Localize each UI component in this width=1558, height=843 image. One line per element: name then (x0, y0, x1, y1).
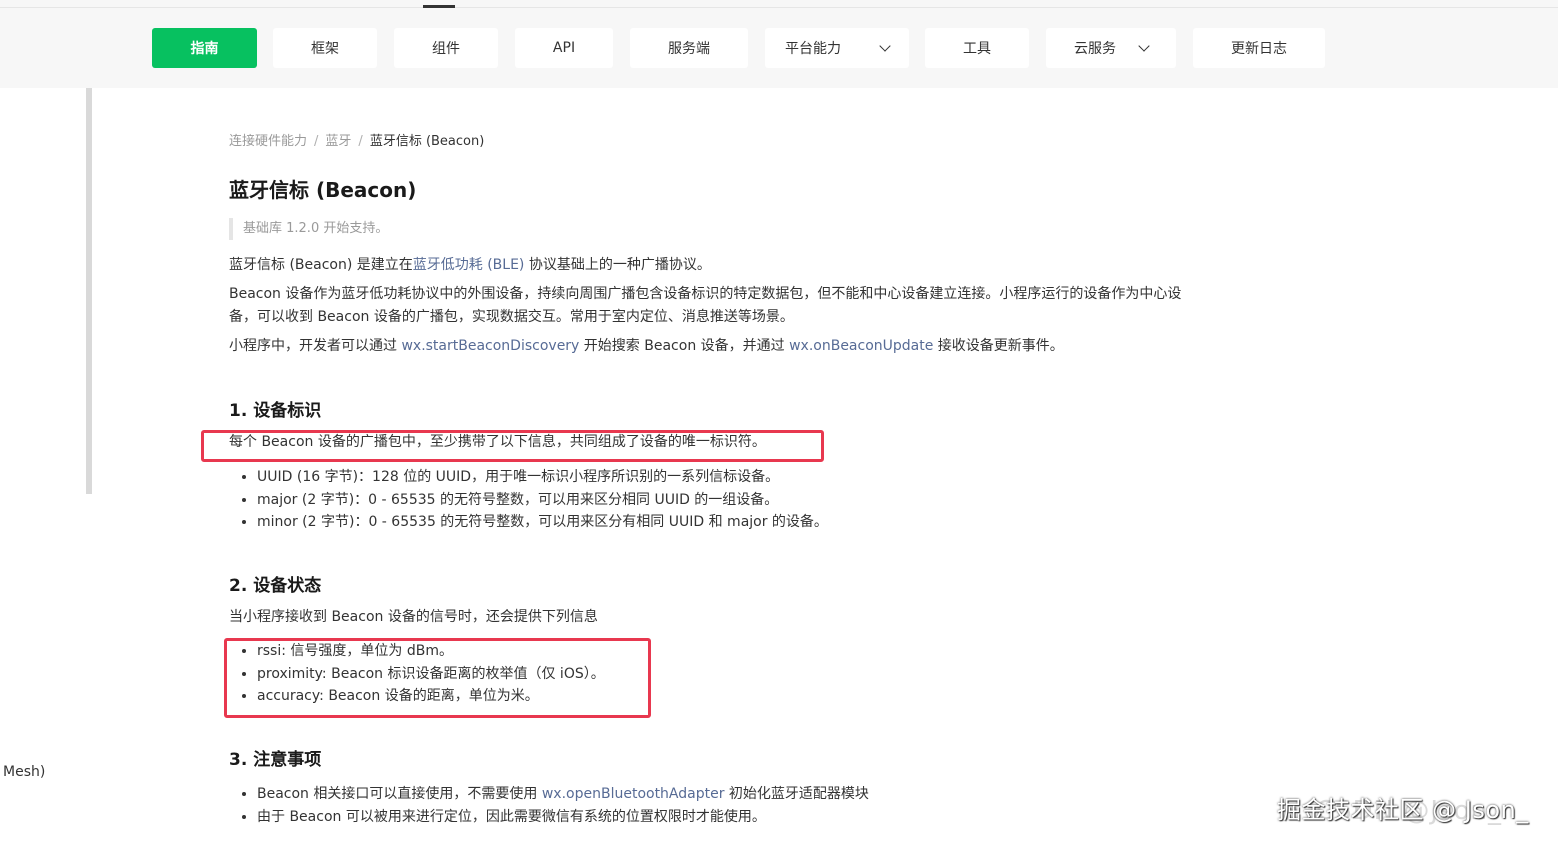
list-item: 由于 Beacon 可以被用来进行定位，因此需要微信有系统的位置权限时才能使用。 (257, 806, 869, 829)
section-heading-notes: 3. 注意事项 (229, 750, 322, 770)
section-heading-device-id: 1. 设备标识 (229, 401, 322, 421)
top-tab-indicator (423, 5, 455, 8)
on-beacon-update-link[interactable]: wx.onBeaconUpdate (789, 338, 933, 354)
highlight-box (224, 638, 651, 718)
nav-framework[interactable]: 框架 (273, 28, 377, 68)
ble-link[interactable]: 蓝牙低功耗 (BLE) (413, 257, 525, 273)
sidebar-item-fragment[interactable]: Mesh) (3, 764, 45, 780)
list-item: major (2 字节)：0 - 65535 的无符号整数，可以用来区分相同 U… (257, 489, 828, 512)
breadcrumb-separator: / (314, 134, 319, 149)
sidebar-scrollbar[interactable] (86, 88, 92, 494)
intro-paragraph-3: 小程序中，开发者可以通过 wx.startBeaconDiscovery 开始搜… (229, 338, 1064, 354)
section2-lead: 当小程序接收到 Beacon 设备的信号时，还会提供下列信息 (229, 609, 598, 625)
list-item: UUID (16 字节)：128 位的 UUID，用于唯一标识小程序所识别的一系… (257, 466, 828, 489)
list-item: Beacon 相关接口可以直接使用，不需要使用 wx.openBluetooth… (257, 783, 869, 806)
watermark: 掘金技术社区 @ Json_ (1277, 796, 1529, 824)
notes-list: Beacon 相关接口可以直接使用，不需要使用 wx.openBluetooth… (239, 783, 869, 828)
intro-paragraph-2: Beacon 设备作为蓝牙低功耗协议中的外围设备，持续向周围广播包含设备标识的特… (229, 286, 1182, 325)
breadcrumb-bluetooth[interactable]: 蓝牙 (325, 134, 351, 149)
open-bluetooth-adapter-link[interactable]: wx.openBluetoothAdapter (542, 786, 725, 802)
nav-components[interactable]: 组件 (394, 28, 498, 68)
highlight-box (201, 430, 824, 462)
version-note: 基础库 1.2.0 开始支持。 (229, 218, 388, 240)
breadcrumb-separator: / (358, 134, 363, 149)
intro-paragraph-1: 蓝牙信标 (Beacon) 是建立在蓝牙低功耗 (BLE) 协议基础上的一种广播… (229, 257, 711, 273)
breadcrumb: 连接硬件能力 / 蓝牙 / 蓝牙信标 (Beacon) (229, 130, 484, 149)
list-item: minor (2 字节)：0 - 65535 的无符号整数，可以用来区分有相同 … (257, 511, 828, 534)
breadcrumb-hardware[interactable]: 连接硬件能力 (229, 134, 307, 149)
nav-server[interactable]: 服务端 (630, 28, 748, 68)
section-heading-device-status: 2. 设备状态 (229, 576, 322, 596)
top-navigation-bar: 指南 框架 组件 API 服务端 平台能力 工具 云服务 更新日志 (0, 0, 1558, 88)
chevron-down-icon (879, 40, 891, 52)
nav-cloud-services[interactable]: 云服务 (1046, 28, 1176, 68)
nav-guide[interactable]: 指南 (152, 28, 257, 68)
start-beacon-discovery-link[interactable]: wx.startBeaconDiscovery (401, 338, 579, 354)
nav-tools[interactable]: 工具 (925, 28, 1029, 68)
breadcrumb-current: 蓝牙信标 (Beacon) (369, 134, 485, 149)
chevron-down-icon (1138, 40, 1150, 52)
nav-changelog[interactable]: 更新日志 (1193, 28, 1325, 68)
nav-platform-capabilities[interactable]: 平台能力 (765, 28, 909, 68)
top-divider (0, 7, 1558, 8)
device-id-list: UUID (16 字节)：128 位的 UUID，用于唯一标识小程序所识别的一系… (239, 466, 828, 534)
page-title: 蓝牙信标 (Beacon) (229, 178, 417, 202)
nav-api[interactable]: API (515, 28, 613, 68)
